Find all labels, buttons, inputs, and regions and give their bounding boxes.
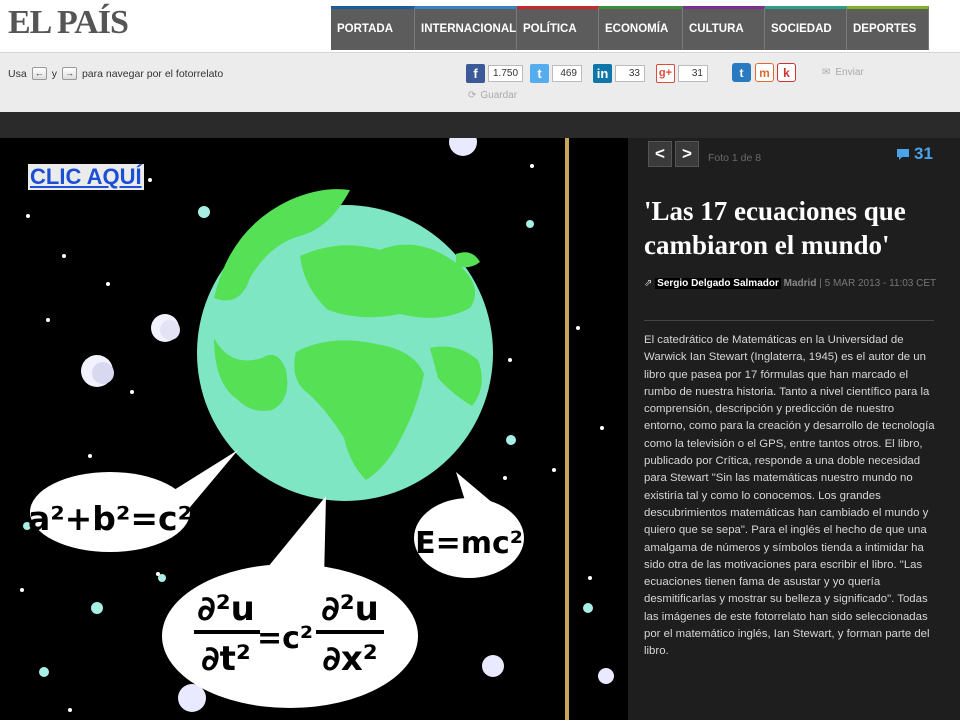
googleplus-count: 31	[678, 64, 708, 82]
enviar-label: Enviar	[835, 67, 864, 78]
linkedin-share[interactable]: in 33	[593, 63, 645, 83]
hint-text-and: y	[51, 67, 57, 80]
svg-text:∂x²: ∂x²	[322, 639, 377, 679]
guardar-label: Guardar	[480, 90, 518, 101]
previous-photo-button[interactable]: <	[648, 141, 672, 167]
comments-link[interactable]: 31	[896, 144, 933, 164]
envelope-icon: ✉	[822, 67, 831, 78]
article-body: El catedrático de Matemáticas en la Univ…	[644, 334, 935, 658]
comment-count: 31	[914, 144, 933, 163]
facebook-icon[interactable]: f	[466, 63, 485, 83]
hint-text-suffix: para navegar por el fotorrelato	[81, 67, 224, 80]
external-link-icon: ⇗	[644, 278, 653, 289]
panel-divider	[644, 320, 934, 321]
site-logo[interactable]: EL PAÍS	[8, 4, 129, 42]
formula-pythagoras: a²+b²=c²	[28, 499, 192, 538]
article-byline: ⇗ Sergio Delgado Salmador Madrid | 5 MAR…	[644, 276, 944, 292]
svg-text:=c²: =c²	[257, 621, 313, 656]
facebook-share[interactable]: f 1.750	[466, 63, 524, 83]
left-arrow-key-icon[interactable]: ←	[31, 67, 47, 80]
earth-equations-illustration: a²+b²=c² E=mc² ∂²u ∂t² =c² ∂²u ∂x²	[0, 138, 628, 720]
section-nav: PORTADA INTERNACIONAL POLÍTICA ECONOMÍA …	[331, 6, 929, 50]
author-link[interactable]: Sergio Delgado Salmador	[655, 278, 781, 289]
googleplus-icon[interactable]: g+	[656, 63, 675, 83]
save-icon: ⟳	[468, 90, 477, 101]
site-header: EL PAÍS PORTADA INTERNACIONAL POLÍTICA E…	[0, 0, 960, 112]
next-photo-button[interactable]: >	[675, 141, 699, 167]
hint-text-prefix: Usa	[8, 67, 27, 80]
svg-text:∂²u: ∂²u	[321, 589, 379, 629]
save-button[interactable]: ⟳ Guardar	[468, 90, 517, 101]
nav-tab-sociedad[interactable]: SOCIEDAD	[765, 6, 847, 50]
chevron-right-icon: >	[682, 144, 692, 163]
byline-date: 5 MAR 2013 - 11:03 CET	[824, 278, 937, 289]
keyboard-nav-hint: Usa ← y → para navegar por el fotorrelat…	[8, 67, 223, 80]
photo-viewer[interactable]: a²+b²=c² E=mc² ∂²u ∂t² =c² ∂²u ∂x²	[0, 138, 628, 720]
linkedin-count: 33	[615, 64, 645, 82]
nav-tab-economia[interactable]: ECONOMÍA	[599, 6, 683, 50]
nav-tab-internacional[interactable]: INTERNACIONAL	[415, 6, 517, 50]
googleplus-share[interactable]: g+ 31	[656, 63, 708, 83]
nav-tab-deportes[interactable]: DEPORTES	[847, 6, 929, 50]
svg-text:∂²u: ∂²u	[197, 589, 255, 629]
twitter-icon[interactable]: t	[530, 63, 549, 83]
comment-bubble-icon	[897, 148, 909, 160]
svg-text:∂t²: ∂t²	[201, 639, 251, 679]
karmacracy-icon[interactable]: k	[777, 63, 796, 82]
twitter-count: 469	[552, 64, 582, 82]
linkedin-icon[interactable]: in	[593, 63, 612, 83]
nav-tab-portada[interactable]: PORTADA	[331, 6, 415, 50]
tuenti-icon[interactable]: t	[732, 63, 751, 82]
article-panel: < > Foto 1 de 8 31 'Las 17 ecuaciones qu…	[628, 138, 960, 720]
photo-counter: Foto 1 de 8	[708, 152, 762, 164]
stage-top-bar	[0, 112, 960, 138]
nav-tab-cultura[interactable]: CULTURA	[683, 6, 765, 50]
article-headline: 'Las 17 ecuaciones que cambiaron el mund…	[644, 196, 906, 260]
twitter-share[interactable]: t 469	[530, 63, 582, 83]
byline-city: Madrid	[783, 278, 817, 289]
nav-tab-politica[interactable]: POLÍTICA	[517, 6, 599, 50]
chevron-left-icon: <	[655, 144, 665, 163]
share-bar: Usa ← y → para navegar por el fotorrelat…	[0, 52, 960, 112]
meneame-icon[interactable]: m	[755, 63, 774, 82]
formula-energy: E=mc²	[415, 526, 523, 561]
clic-aqui-link[interactable]: CLIC AQUÍ	[28, 164, 144, 190]
email-share-button[interactable]: ✉ Enviar	[822, 67, 864, 78]
right-arrow-key-icon[interactable]: →	[61, 67, 77, 80]
facebook-count: 1.750	[488, 64, 524, 82]
